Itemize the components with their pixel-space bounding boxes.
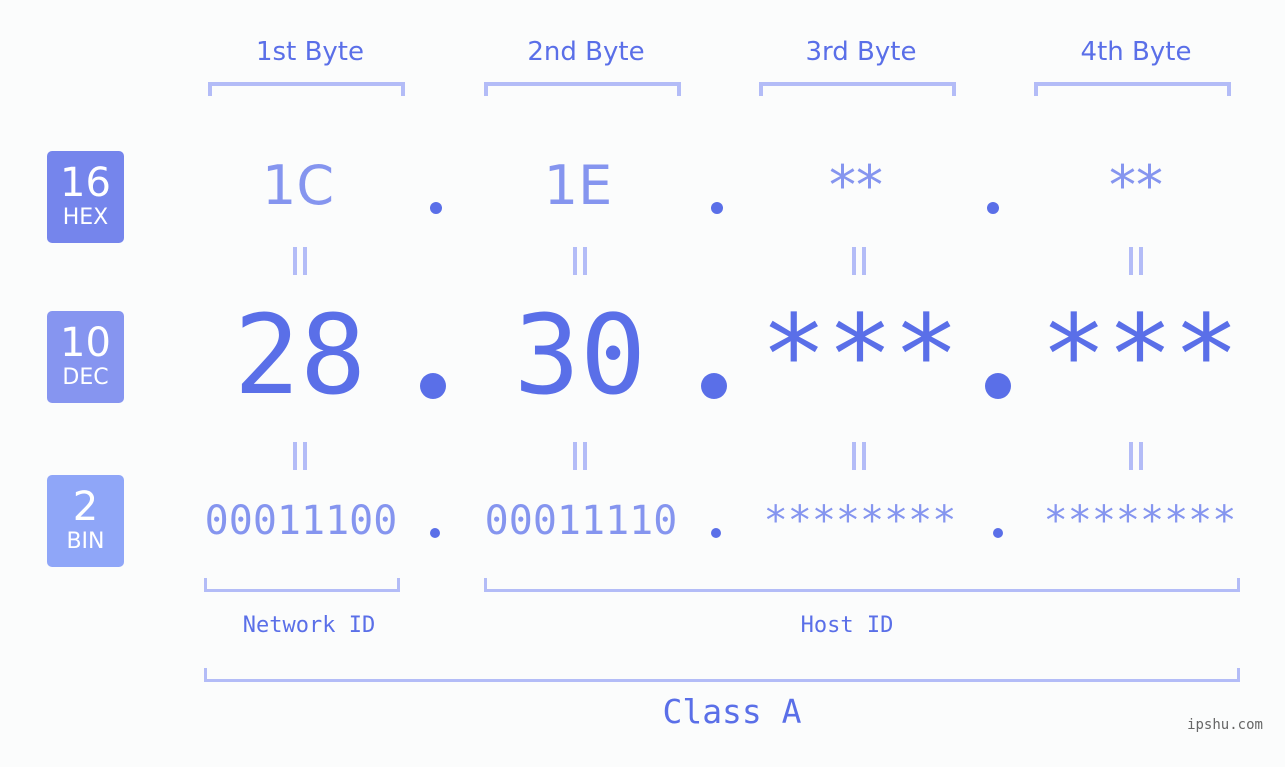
byte-header-3: 3rd Byte	[805, 37, 917, 67]
hex-separator-dot	[430, 202, 442, 214]
byte-bracket-2	[484, 82, 681, 96]
bin-byte-4: ********	[1043, 498, 1237, 544]
equals-icon	[852, 442, 866, 470]
byte-header-2: 2nd Byte	[527, 37, 645, 67]
dec-base-label: DEC	[62, 365, 109, 390]
dec-byte-3: ***	[760, 291, 960, 419]
host-id-bracket	[484, 578, 1240, 592]
dec-byte-1: 28	[233, 291, 367, 419]
bin-byte-1: 00011100	[204, 498, 398, 544]
bin-separator-dot	[993, 528, 1003, 538]
byte-bracket-4	[1034, 82, 1231, 96]
dec-byte-2: 30	[513, 291, 647, 419]
hex-byte-1: 1C	[261, 154, 335, 217]
class-bracket	[204, 668, 1240, 682]
bin-base-number: 2	[72, 484, 99, 530]
hex-badge: 16 HEX	[47, 151, 124, 243]
hex-separator-dot	[987, 202, 999, 214]
equals-icon	[293, 247, 307, 275]
bin-base-label: BIN	[66, 529, 105, 554]
byte-header-4: 4th Byte	[1080, 37, 1192, 67]
equals-icon	[1129, 442, 1143, 470]
byte-bracket-1	[208, 82, 405, 96]
hex-byte-3: **	[829, 154, 883, 217]
host-id-label: Host ID	[800, 613, 894, 638]
dec-badge: 10 DEC	[47, 311, 124, 403]
dec-byte-4: ***	[1040, 291, 1240, 419]
bin-byte-2: 00011110	[484, 498, 678, 544]
equals-icon	[573, 247, 587, 275]
dec-base-number: 10	[60, 320, 111, 366]
bin-separator-dot	[711, 528, 721, 538]
equals-icon	[1129, 247, 1143, 275]
network-id-label: Network ID	[242, 613, 376, 638]
dec-separator-dot	[701, 373, 727, 399]
watermark: ipshu.com	[1187, 717, 1263, 733]
equals-icon	[293, 442, 307, 470]
hex-base-number: 16	[60, 160, 111, 206]
equals-icon	[852, 247, 866, 275]
hex-byte-4: **	[1109, 154, 1163, 217]
class-label: Class A	[662, 692, 802, 731]
dec-separator-dot	[985, 373, 1011, 399]
network-id-bracket	[204, 578, 400, 592]
hex-separator-dot	[711, 202, 723, 214]
dec-separator-dot	[420, 373, 446, 399]
hex-byte-2: 1E	[543, 154, 613, 217]
bin-separator-dot	[430, 528, 440, 538]
byte-bracket-3	[759, 82, 956, 96]
bin-badge: 2 BIN	[47, 475, 124, 567]
bin-byte-3: ********	[763, 498, 957, 544]
hex-base-label: HEX	[62, 205, 109, 230]
byte-header-1: 1st Byte	[256, 37, 364, 67]
equals-icon	[573, 442, 587, 470]
